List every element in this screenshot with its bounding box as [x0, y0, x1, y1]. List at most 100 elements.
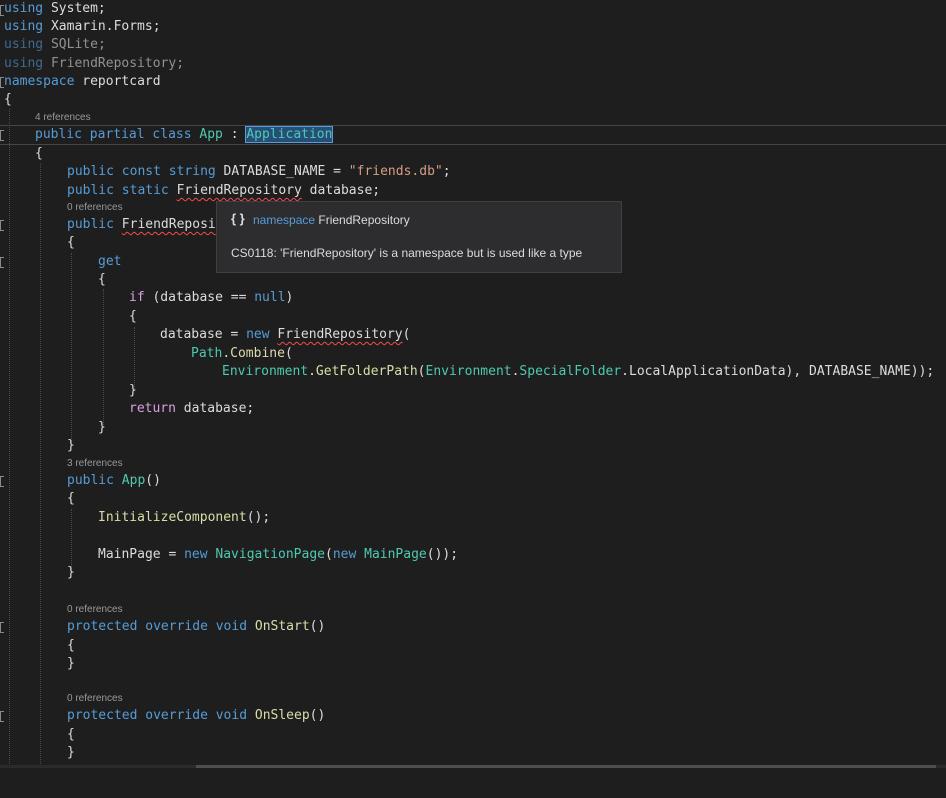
open-brace: { [35, 146, 43, 161]
indent-guide [40, 163, 41, 768]
code-line-mainpage[interactable]: MainPage = new NavigationPage(new MainPa… [0, 546, 458, 564]
code-text: (database == [144, 290, 255, 305]
keyword-get: get [98, 254, 122, 269]
code-text: ( [417, 364, 426, 379]
code-editor[interactable]: using System; using Xamarin.Forms; using… [0, 0, 946, 768]
keyword-new: new [332, 547, 357, 562]
method-getfolderpath: GetFolderPath [315, 364, 418, 379]
code-line-class-declaration[interactable]: public partial class App : Application [0, 126, 334, 144]
keyword-using: using [4, 56, 44, 71]
method-onsleep: OnSleep [254, 708, 310, 723]
namespace-braces-icon: { } [231, 211, 245, 226]
namespace-friendrepository: FriendRepository [50, 56, 177, 71]
type-environment: Environment [425, 364, 512, 379]
code-line-brace[interactable]: { [0, 637, 75, 655]
code-line-get[interactable]: get [0, 253, 121, 271]
code-line-using-sqlite[interactable]: using SQLite; [0, 36, 106, 54]
code-line-brace[interactable]: { [0, 308, 137, 326]
code-text: () [309, 708, 326, 723]
code-text: ; [176, 56, 185, 71]
keyword-const: const [121, 164, 161, 179]
codelens-constructor-references[interactable]: 3 references [67, 457, 123, 471]
open-brace: { [4, 92, 12, 107]
open-brace: { [67, 638, 75, 653]
type-path: Path [191, 346, 223, 361]
code-line-brace[interactable]: } [0, 437, 75, 455]
codelens-onsleep-references[interactable]: 0 references [67, 692, 123, 706]
code-text: ()); [426, 547, 459, 562]
code-text: () [309, 619, 326, 634]
codelens-property-references[interactable]: 0 references [67, 201, 123, 215]
code-line-using-system[interactable]: using System; [0, 0, 106, 18]
code-text: Xamarin.Forms; [43, 19, 161, 34]
open-brace: { [67, 491, 75, 506]
code-line-getfolderpath[interactable]: Environment.GetFolderPath(Environment.Sp… [0, 363, 934, 381]
code-line-return[interactable]: return database; [0, 400, 254, 418]
code-line-brace[interactable]: { [0, 145, 43, 163]
code-line-onstart[interactable]: protected override void OnStart() [0, 618, 325, 636]
code-line-brace[interactable]: { [0, 271, 106, 289]
code-text: ; [442, 164, 451, 179]
method-initializecomponent: InitializeComponent [98, 510, 247, 525]
method-combine: Combine [230, 346, 285, 361]
close-brace: } [67, 745, 75, 760]
indent-guide [71, 253, 72, 445]
keyword-using: using [4, 19, 44, 34]
error-friendrepository-type[interactable]: FriendRepository [177, 183, 302, 198]
code-line-brace[interactable]: } [0, 382, 137, 400]
keyword-namespace: namespace [4, 74, 75, 89]
code-line-brace[interactable]: } [0, 744, 75, 762]
code-line-brace[interactable]: { [0, 490, 75, 508]
code-line-using-xamarin[interactable]: using Xamarin.Forms; [0, 18, 161, 36]
code-line-namespace[interactable]: namespace reportcard [0, 73, 161, 91]
keyword-public: public [35, 127, 82, 142]
keyword-using: using [4, 1, 44, 16]
type-environment: Environment [222, 364, 309, 379]
code-line-property[interactable]: public FriendReposi [0, 216, 216, 234]
code-text: database; [301, 183, 381, 198]
open-brace: { [67, 727, 75, 742]
code-line-brace[interactable]: { [0, 234, 75, 252]
code-line-constructor[interactable]: public App() [0, 472, 161, 490]
open-brace: { [98, 272, 106, 287]
code-line-brace[interactable]: } [0, 419, 106, 437]
code-text: : [222, 127, 247, 142]
code-line-const-field[interactable]: public const string DATABASE_NAME = "fri… [0, 163, 451, 181]
code-line-brace[interactable]: { [0, 91, 31, 109]
codelens-class-references[interactable]: 4 references [35, 111, 91, 125]
keyword-public: public [67, 473, 114, 488]
code-line-brace[interactable]: } [0, 564, 75, 582]
code-line-using-friendrepository[interactable]: using FriendRepository; [0, 55, 184, 73]
error-friendrepository-type[interactable]: FriendRepository [277, 327, 402, 342]
error-friendrepository-type[interactable]: FriendReposi [122, 217, 216, 232]
code-line-brace[interactable]: } [0, 655, 75, 673]
code-line-initialize[interactable]: InitializeComponent(); [0, 509, 270, 527]
code-text: database = [160, 327, 247, 342]
code-text: ( [324, 547, 333, 562]
open-brace: { [129, 309, 137, 324]
keyword-new: new [184, 547, 208, 562]
code-line-path-combine[interactable]: Path.Combine( [0, 345, 293, 363]
close-brace: } [67, 438, 75, 453]
keyword-public: public [67, 217, 114, 232]
keyword-null: null [254, 290, 286, 305]
indent-guide [103, 289, 104, 427]
code-line-static-field[interactable]: public static FriendRepository database; [0, 182, 380, 200]
codelens-onstart-references[interactable]: 0 references [67, 603, 123, 617]
quick-info-tooltip: { } namespace FriendRepository CS0118: '… [216, 201, 622, 273]
code-line-brace[interactable]: { [0, 726, 75, 744]
selected-base-type-application[interactable]: Application [245, 126, 334, 143]
code-line-assignment[interactable]: database = new FriendRepository( [0, 326, 410, 344]
code-text: ; [97, 37, 106, 52]
code-line-onsleep[interactable]: protected override void OnSleep() [0, 707, 325, 725]
constructor-name-app: App [121, 473, 146, 488]
code-line-if[interactable]: if (database == null) [0, 289, 293, 307]
